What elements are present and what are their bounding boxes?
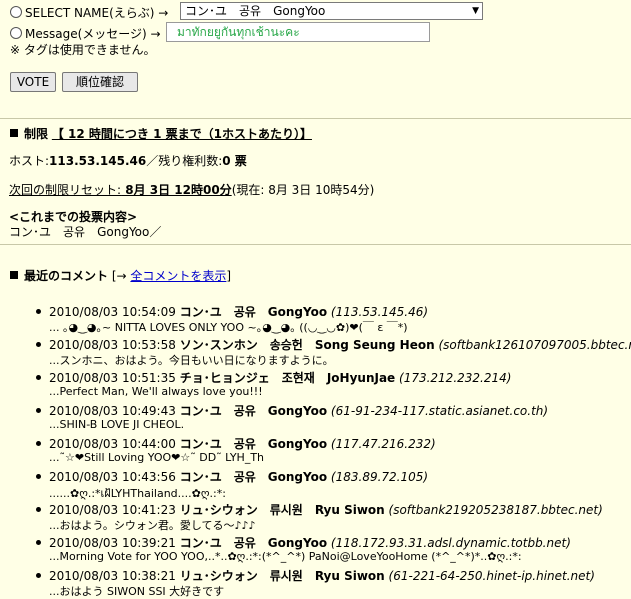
- comment-host: (61-91-234-117.static.asianet.co.th): [330, 404, 549, 418]
- comment-time: 2010/08/03 10:38:21: [49, 569, 176, 583]
- list-item: 2010/08/03 10:51:35 チョ･ヒョンジェ 조현재 JoHyunJ…: [0, 366, 631, 399]
- comment-time: 2010/08/03 10:39:21: [49, 536, 176, 550]
- comment-time: 2010/08/03 10:54:09: [49, 305, 176, 319]
- comment-name: コン･ユ 공유 GongYoo: [179, 404, 328, 418]
- reset-label: 次回の制限リセット:: [9, 183, 122, 197]
- host-label: ホスト:: [9, 154, 50, 168]
- list-item: 2010/08/03 10:38:21 リュ･シウォン 류시원 Ryu Siwo…: [0, 564, 631, 598]
- comment-text: ...˜☆❤Still Loving YOO❤☆˜ DD˜ LYH_Th: [49, 451, 265, 464]
- remain-label: ／残り権利数:: [146, 154, 223, 168]
- current-time: (現在: 8月 3日 10時54分): [231, 183, 375, 197]
- comment-name: ソン･スンホン 송승헌 Song Seung Heon: [179, 338, 435, 352]
- select-name-radio[interactable]: [10, 6, 22, 18]
- bullet-icon: [36, 474, 41, 479]
- comment-time: 2010/08/03 10:43:56: [49, 470, 176, 484]
- bullet-icon: [36, 540, 41, 545]
- chevron-down-icon[interactable]: ▼: [472, 3, 479, 19]
- limit-rule: 【 12 時間につき 1 票まで（1ホストあたり）】: [51, 127, 312, 141]
- vote-button[interactable]: VOTE: [10, 72, 56, 92]
- comment-host: (173.212.232.214): [399, 371, 512, 385]
- host-value: 113.53.145.46: [49, 154, 147, 168]
- comment-host: (softbank126107097005.bbtec.net): [438, 338, 631, 352]
- comment-name: リュ･シウォン 류시원 Ryu Siwon: [179, 569, 385, 583]
- comment-time: 2010/08/03 10:53:58: [49, 338, 176, 352]
- list-item: 2010/08/03 10:54:09 コン･ユ 공유 GongYoo (113…: [0, 300, 631, 334]
- name-select[interactable]: コン･ユ 공유 GongYoo ▼: [180, 2, 483, 20]
- select-name-label: SELECT NAME(えらぶ) →: [25, 6, 169, 20]
- list-item: 2010/08/03 10:43:56 コン･ユ 공유 GongYoo (183…: [0, 465, 631, 500]
- comment-list: 2010/08/03 10:54:09 コン･ユ 공유 GongYoo (113…: [0, 300, 631, 598]
- comment-host: (117.47.216.232): [330, 437, 436, 451]
- comment-text: ...おはよう SIWON SSI 大好きです: [49, 585, 225, 598]
- bullet-icon: [36, 342, 41, 347]
- list-item: 2010/08/03 10:41:23 リュ･シウォン 류시원 Ryu Siwo…: [0, 498, 631, 532]
- comment-name: コン･ユ 공유 GongYoo: [179, 470, 328, 484]
- comments-link-suffix: ]: [226, 269, 232, 283]
- bullet-icon: [36, 441, 41, 446]
- list-item: 2010/08/03 10:39:21 コン･ユ 공유 GongYoo (118…: [0, 531, 631, 564]
- message-radio[interactable]: [10, 27, 22, 39]
- message-label: Message(メッセージ) →: [25, 27, 161, 41]
- message-row: Message(メッセージ) →: [10, 25, 161, 42]
- bullet-icon: [36, 309, 41, 314]
- limit-heading: 制限 【 12 時間につき 1 票まで（1ホストあたり）】: [10, 125, 312, 142]
- square-bullet-icon: [10, 271, 18, 279]
- comment-name: コン･ユ 공유 GongYoo: [179, 437, 328, 451]
- comment-name: チョ･ヒョンジェ 조현재 JoHyunJae: [179, 371, 396, 385]
- reset-line: 次回の制限リセット: 8月 3日 12時00分(現在: 8月 3日 10時54分…: [9, 181, 374, 198]
- history-heading-text: <これまでの投票内容>: [9, 210, 138, 224]
- bullet-icon: [36, 573, 41, 578]
- square-bullet-icon: [10, 129, 18, 137]
- divider: [0, 244, 631, 245]
- comment-host: (113.53.145.46): [330, 305, 429, 319]
- comment-time: 2010/08/03 10:41:23: [49, 503, 176, 517]
- name-select-value: コン･ユ 공유 GongYoo: [185, 4, 326, 18]
- message-input[interactable]: มาทักยยูกันทุกเช้านะคะ: [166, 22, 430, 42]
- comment-host: (softbank219205238187.bbtec.net): [388, 503, 603, 517]
- history-value: コン･ユ 공유 GongYoo／: [9, 225, 162, 239]
- comments-link-prefix: [→: [111, 269, 131, 283]
- tag-note: ※ タグは使用できません。: [10, 43, 156, 57]
- comment-host: (61-221-64-250.hinet-ip.hinet.net): [388, 569, 595, 583]
- comment-time: 2010/08/03 10:49:43: [49, 404, 176, 418]
- comments-heading: 最近のコメント [→ 全コメントを表示]: [10, 267, 231, 284]
- comment-text: ...Perfect Man, We'll always love you!!!: [49, 385, 263, 398]
- divider: [0, 118, 631, 119]
- all-comments-link[interactable]: 全コメントを表示: [130, 269, 226, 283]
- comment-text: ...SHIN-B LOVE JI CHEOL.: [49, 418, 185, 431]
- list-item: 2010/08/03 10:49:43 コン･ユ 공유 GongYoo (61-…: [0, 399, 631, 432]
- bullet-icon: [36, 507, 41, 512]
- comments-heading-label: 最近のコメント: [24, 269, 109, 283]
- bullet-icon: [36, 408, 41, 413]
- host-line: ホスト:113.53.145.46／残り権利数:0 票: [9, 152, 247, 169]
- limit-heading-label: 制限: [24, 127, 49, 141]
- ranking-button[interactable]: 順位確認: [62, 72, 138, 92]
- comment-time: 2010/08/03 10:51:35: [49, 371, 176, 385]
- bullet-icon: [36, 375, 41, 380]
- list-item: 2010/08/03 10:44:00 コン･ユ 공유 GongYoo (117…: [0, 432, 631, 465]
- remain-value: 0 票: [222, 154, 247, 168]
- reset-value: 8月 3日 12時00分: [121, 183, 232, 197]
- list-item: 2010/08/03 10:53:58 ソン･スンホン 송승헌 Song Seu…: [0, 333, 631, 367]
- comment-name: リュ･シウォン 류시원 Ryu Siwon: [179, 503, 385, 517]
- select-name-row: SELECT NAME(えらぶ) →: [10, 4, 168, 21]
- comment-text: ...Morning Vote for YOO YOO,..*..✿ღ.:*:(…: [49, 550, 522, 563]
- comment-name: コン･ユ 공유 GongYoo: [179, 536, 328, 550]
- comment-host: (183.89.72.105): [330, 470, 429, 484]
- comment-time: 2010/08/03 10:44:00: [49, 437, 176, 451]
- comment-host: (118.172.93.31.adsl.dynamic.totbb.net): [330, 536, 571, 550]
- comment-name: コン･ユ 공유 GongYoo: [179, 305, 328, 319]
